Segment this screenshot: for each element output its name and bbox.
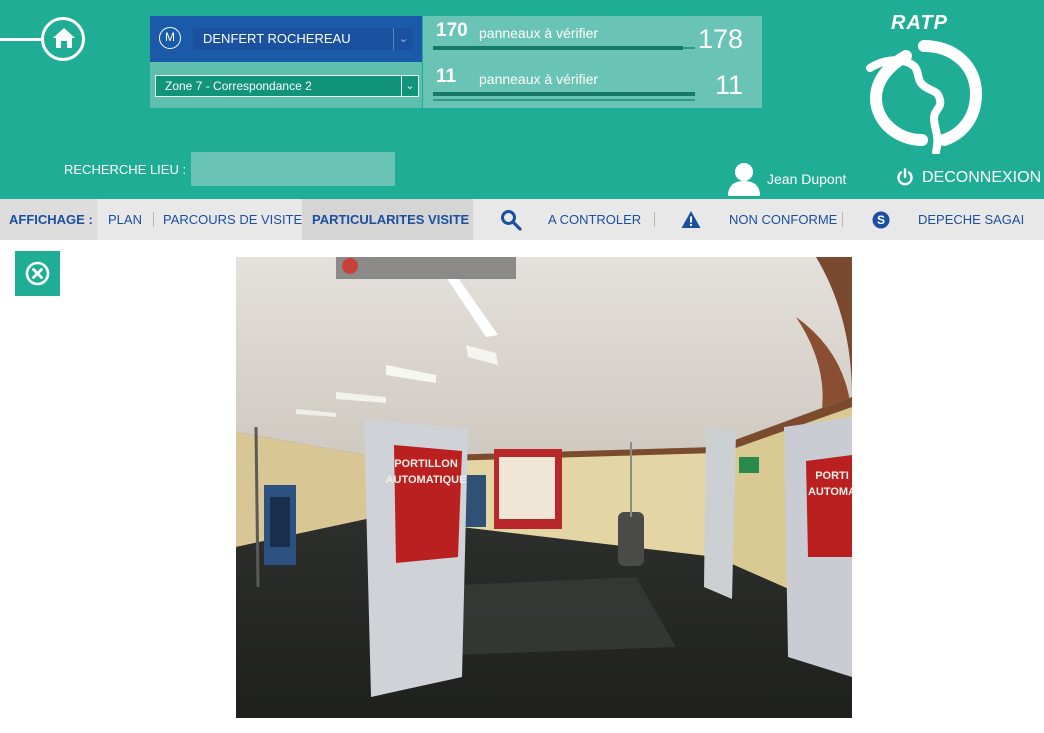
nav-affichage-label: AFFICHAGE : (9, 212, 93, 227)
photo-sign-right-line1: PORTI (815, 470, 849, 482)
nav-particularites-visite[interactable]: PARTICULARITES VISITE (312, 199, 469, 240)
nav-separator (842, 212, 843, 227)
logout-button[interactable]: DECONNEXION (922, 169, 1041, 187)
metro-icon: M (159, 27, 181, 49)
zone-panel: Zone 7 - Correspondance 2 ⌄ (150, 62, 422, 108)
search-label: RECHERCHE LIEU : (64, 162, 187, 177)
station-selector[interactable]: M DENFERT ROCHEREAU ⌄ (150, 16, 422, 62)
nav-separator (153, 212, 154, 227)
search-icon[interactable] (500, 209, 522, 231)
zone-select[interactable]: Zone 7 - Correspondance 2 ⌄ (155, 75, 419, 97)
counter-count: 11 (436, 66, 457, 87)
photo-sign-left-line2: AUTOMATIQUE (386, 474, 467, 486)
counter-progress-underline (433, 99, 695, 101)
station-name-text: DENFERT ROCHEREAU (203, 31, 351, 46)
counter-label: panneaux à vérifier (479, 71, 599, 87)
metro-corridor-photo: PORTILLON AUTOMATIQUE PORTI AUTOMA (236, 257, 852, 718)
user-name[interactable]: Jean Dupont (767, 171, 846, 187)
ratp-logo (866, 40, 982, 154)
counter-label: panneaux à vérifier (479, 25, 599, 41)
search-input[interactable] (191, 152, 395, 186)
header-bar: M DENFERT ROCHEREAU ⌄ Zone 7 - Correspon… (0, 0, 1044, 199)
counter-progress-track (433, 46, 695, 50)
user-icon[interactable] (726, 160, 762, 196)
location-photo: PORTILLON AUTOMATIQUE PORTI AUTOMA (236, 257, 852, 718)
counter-total: 178 (697, 24, 743, 54)
app-root: M DENFERT ROCHEREAU ⌄ Zone 7 - Correspon… (0, 0, 1044, 733)
close-button[interactable] (15, 251, 60, 296)
nav-depeche-sagai[interactable]: DEPECHE SAGAI (918, 199, 1024, 240)
counter-progress-track (433, 92, 695, 96)
ratp-brand-text: RATP (891, 12, 948, 34)
photo-sign-right-line2: AUTOMA (808, 486, 852, 498)
counter-station: 170 panneaux à vérifier 178 (433, 18, 753, 58)
counter-progress-fill (433, 46, 684, 50)
power-icon[interactable] (896, 168, 914, 186)
counter-total: 11 (714, 70, 743, 100)
svg-text:S: S (877, 213, 885, 227)
counter-progress-fill (433, 92, 695, 96)
nav-non-conforme[interactable]: NON CONFORME (729, 199, 837, 240)
chevron-down-icon[interactable]: ⌄ (401, 76, 418, 96)
nav-a-controler[interactable]: A CONTROLER (548, 199, 641, 240)
photo-sign-left-line1: PORTILLON (394, 458, 458, 470)
close-circle-icon (25, 261, 50, 286)
chevron-down-icon[interactable]: ⌄ (393, 28, 413, 50)
nav-plan[interactable]: PLAN (108, 199, 142, 240)
nav-parcours-visite[interactable]: PARCOURS DE VISITE (163, 199, 302, 240)
zone-select-value: Zone 7 - Correspondance 2 (165, 79, 312, 93)
home-button[interactable] (41, 17, 85, 61)
warning-icon[interactable] (681, 210, 701, 229)
nav-separator (654, 212, 655, 227)
counter-zone: 11 panneaux à vérifier 11 (433, 64, 753, 104)
nav-bar: AFFICHAGE : PLAN PARCOURS DE VISITE PART… (0, 199, 1044, 240)
s-circle-icon[interactable]: S (872, 211, 890, 229)
home-connector-line (0, 38, 44, 41)
home-icon (53, 28, 75, 48)
counters-panel: 170 panneaux à vérifier 178 11 panneaux … (423, 16, 762, 108)
station-name[interactable]: DENFERT ROCHEREAU ⌄ (193, 28, 413, 50)
counter-count: 170 (436, 20, 468, 41)
